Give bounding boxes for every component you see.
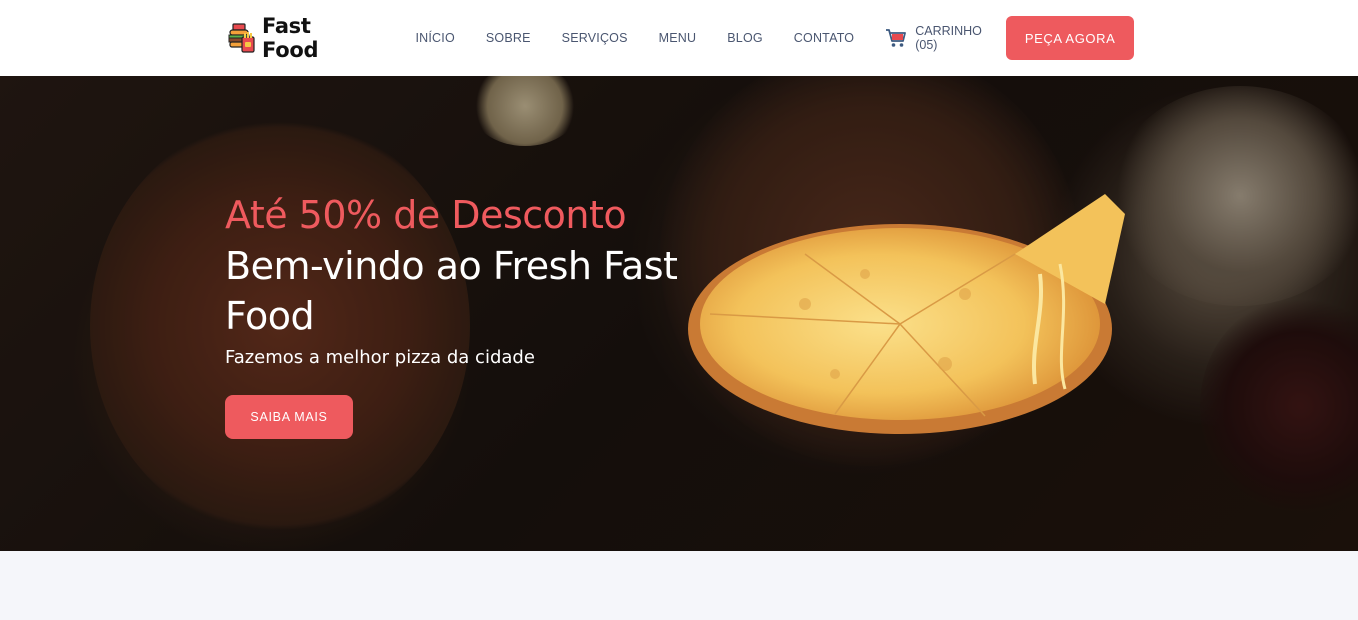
main-nav: INÍCIO SOBRE SERVIÇOS MENU BLOG CONTATO …: [415, 24, 1006, 52]
hero-title: Bem-vindo ao Fresh Fast Food: [225, 244, 678, 338]
nav-item-servicos[interactable]: SERVIÇOS: [562, 31, 628, 45]
site-header: Fast Food INÍCIO SOBRE SERVIÇOS MENU BLO…: [0, 0, 1358, 76]
hero-subtitle: Fazemos a melhor pizza da cidade: [225, 347, 535, 368]
fast-food-logo-icon: [224, 21, 258, 55]
hero-text: Até 50% de Desconto Bem-vindo ao Fresh F…: [225, 191, 685, 368]
brand-name: Fast Food: [262, 14, 319, 62]
nav-item-sobre[interactable]: SOBRE: [486, 31, 531, 45]
cart-link[interactable]: CARRINHO (05): [885, 24, 1006, 52]
brand-logo[interactable]: Fast Food: [224, 14, 373, 62]
cart-label: CARRINHO (05): [915, 24, 982, 52]
nav-item-contato[interactable]: CONTATO: [794, 31, 854, 45]
cart-icon: [885, 28, 907, 48]
learn-more-button[interactable]: SAIBA MAIS: [225, 395, 353, 439]
nav-item-blog[interactable]: BLOG: [727, 31, 763, 45]
header-container: Fast Food INÍCIO SOBRE SERVIÇOS MENU BLO…: [224, 0, 1134, 76]
hero-promo: Até 50% de Desconto: [225, 193, 627, 237]
cheese-pizza-image: [685, 184, 1135, 444]
hero-banner: Até 50% de Desconto Bem-vindo ao Fresh F…: [0, 76, 1358, 551]
nav-item-inicio[interactable]: INÍCIO: [415, 31, 454, 45]
nav-item-menu[interactable]: MENU: [659, 31, 697, 45]
order-now-button[interactable]: PEÇA AGORA: [1006, 16, 1134, 60]
